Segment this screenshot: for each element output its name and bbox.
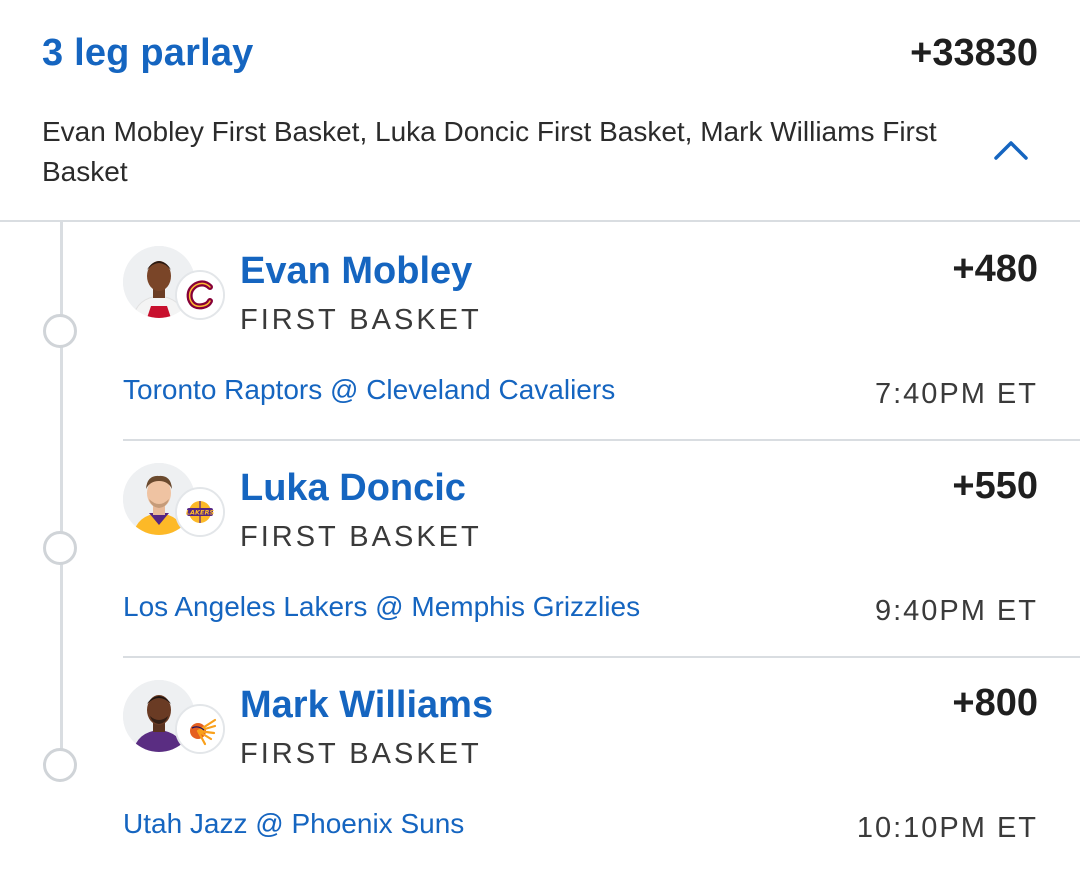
timeline-dot [43, 531, 77, 565]
parlay-description: Evan Mobley First Basket, Luka Doncic Fi… [42, 116, 937, 187]
market-label: FIRST BASKET [240, 304, 482, 336]
game-time: 7:40PM ET [874, 378, 1038, 410]
timeline-dot [43, 748, 77, 782]
chevron-up-icon[interactable] [992, 134, 1030, 164]
game-time: 9:40PM ET [874, 595, 1038, 627]
avatar [123, 246, 227, 322]
avatar [123, 680, 227, 756]
market-label: FIRST BASKET [240, 738, 482, 770]
timeline-dot [43, 314, 77, 348]
parlay-header[interactable]: 3 leg parlay +33830 Evan Mobley First Ba… [0, 0, 1080, 222]
leg-mark-williams[interactable]: Mark Williams FIRST BASKET +800 Utah Jaz… [123, 656, 1080, 872]
lakers-logo-icon: LAKERS [175, 487, 225, 537]
player-name[interactable]: Mark Williams [240, 684, 493, 727]
leg-luka-doncic[interactable]: LAKERS Luka Doncic FIRST BASKET +550 Los… [123, 439, 1080, 655]
parlay-odds: +33830 [910, 32, 1038, 74]
parlay-title: 3 leg parlay [42, 32, 254, 74]
cavaliers-logo-icon [175, 270, 225, 320]
matchup-link[interactable]: Toronto Raptors @ Cleveland Cavaliers [123, 374, 615, 406]
leg-odds: +800 [952, 682, 1038, 724]
leg-odds: +550 [952, 465, 1038, 507]
matchup-link[interactable]: Los Angeles Lakers @ Memphis Grizzlies [123, 591, 640, 623]
suns-logo-icon [175, 704, 225, 754]
player-name[interactable]: Luka Doncic [240, 467, 466, 510]
matchup-link[interactable]: Utah Jazz @ Phoenix Suns [123, 808, 464, 840]
leg-odds: +480 [952, 248, 1038, 290]
timeline-line [60, 222, 63, 767]
leg-evan-mobley[interactable]: Evan Mobley FIRST BASKET +480 Toronto Ra… [123, 222, 1080, 438]
market-label: FIRST BASKET [240, 521, 482, 553]
game-time: 10:10PM ET [856, 812, 1038, 844]
svg-text:LAKERS: LAKERS [186, 509, 215, 517]
player-name[interactable]: Evan Mobley [240, 250, 472, 293]
avatar: LAKERS [123, 463, 227, 539]
